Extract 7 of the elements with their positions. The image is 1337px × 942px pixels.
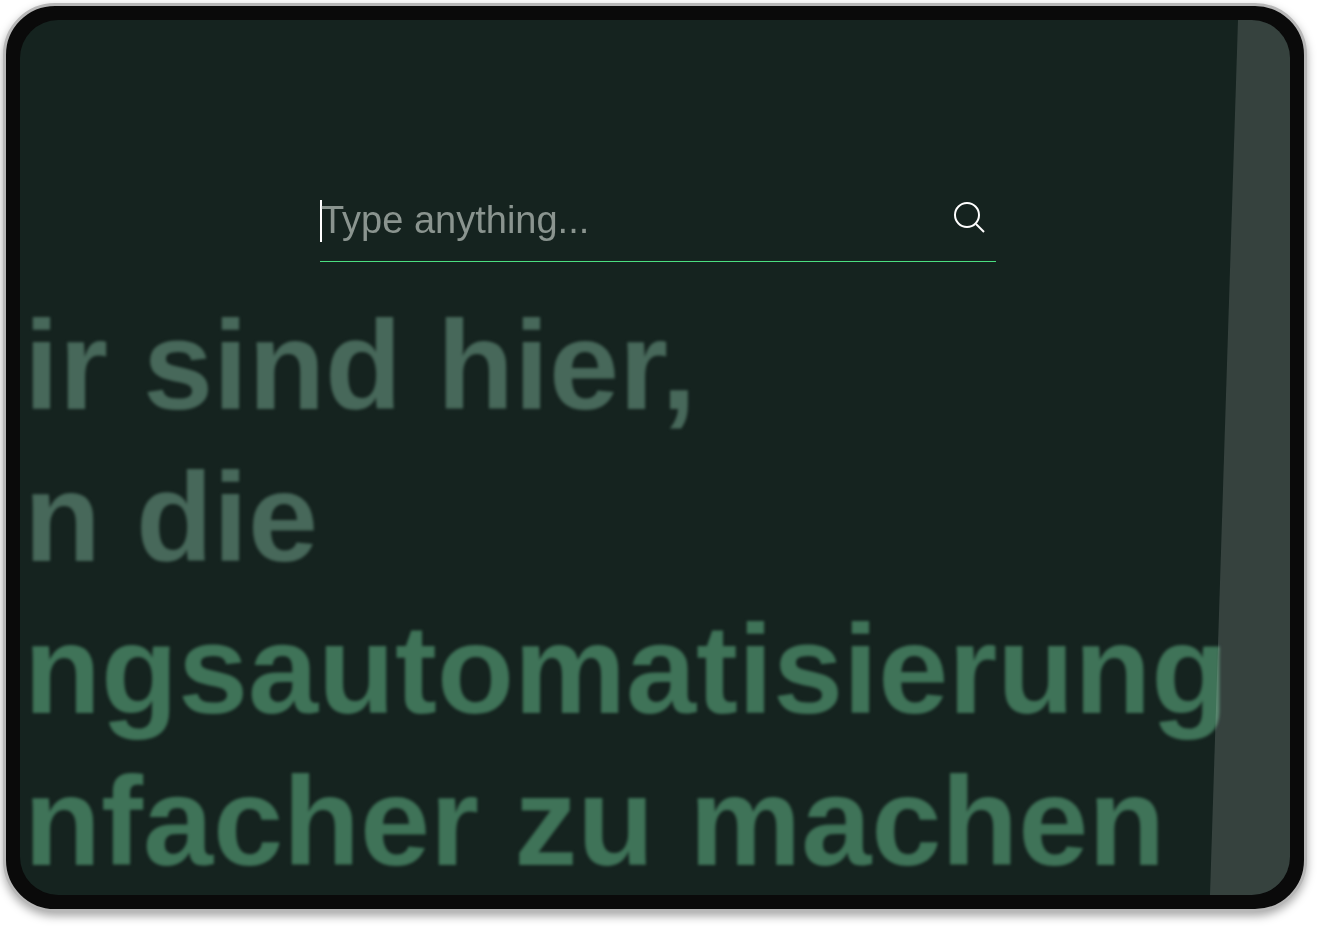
text-cursor: [320, 199, 322, 242]
headline-text: ir sind hier,: [24, 294, 697, 438]
headline-text: n die: [24, 446, 319, 590]
headline-text: ngsautomatisierung: [24, 598, 1229, 742]
search-icon[interactable]: [952, 199, 986, 234]
headline-text: nfacher zu machen: [24, 750, 1166, 894]
search-field[interactable]: Type anything...: [321, 192, 952, 249]
